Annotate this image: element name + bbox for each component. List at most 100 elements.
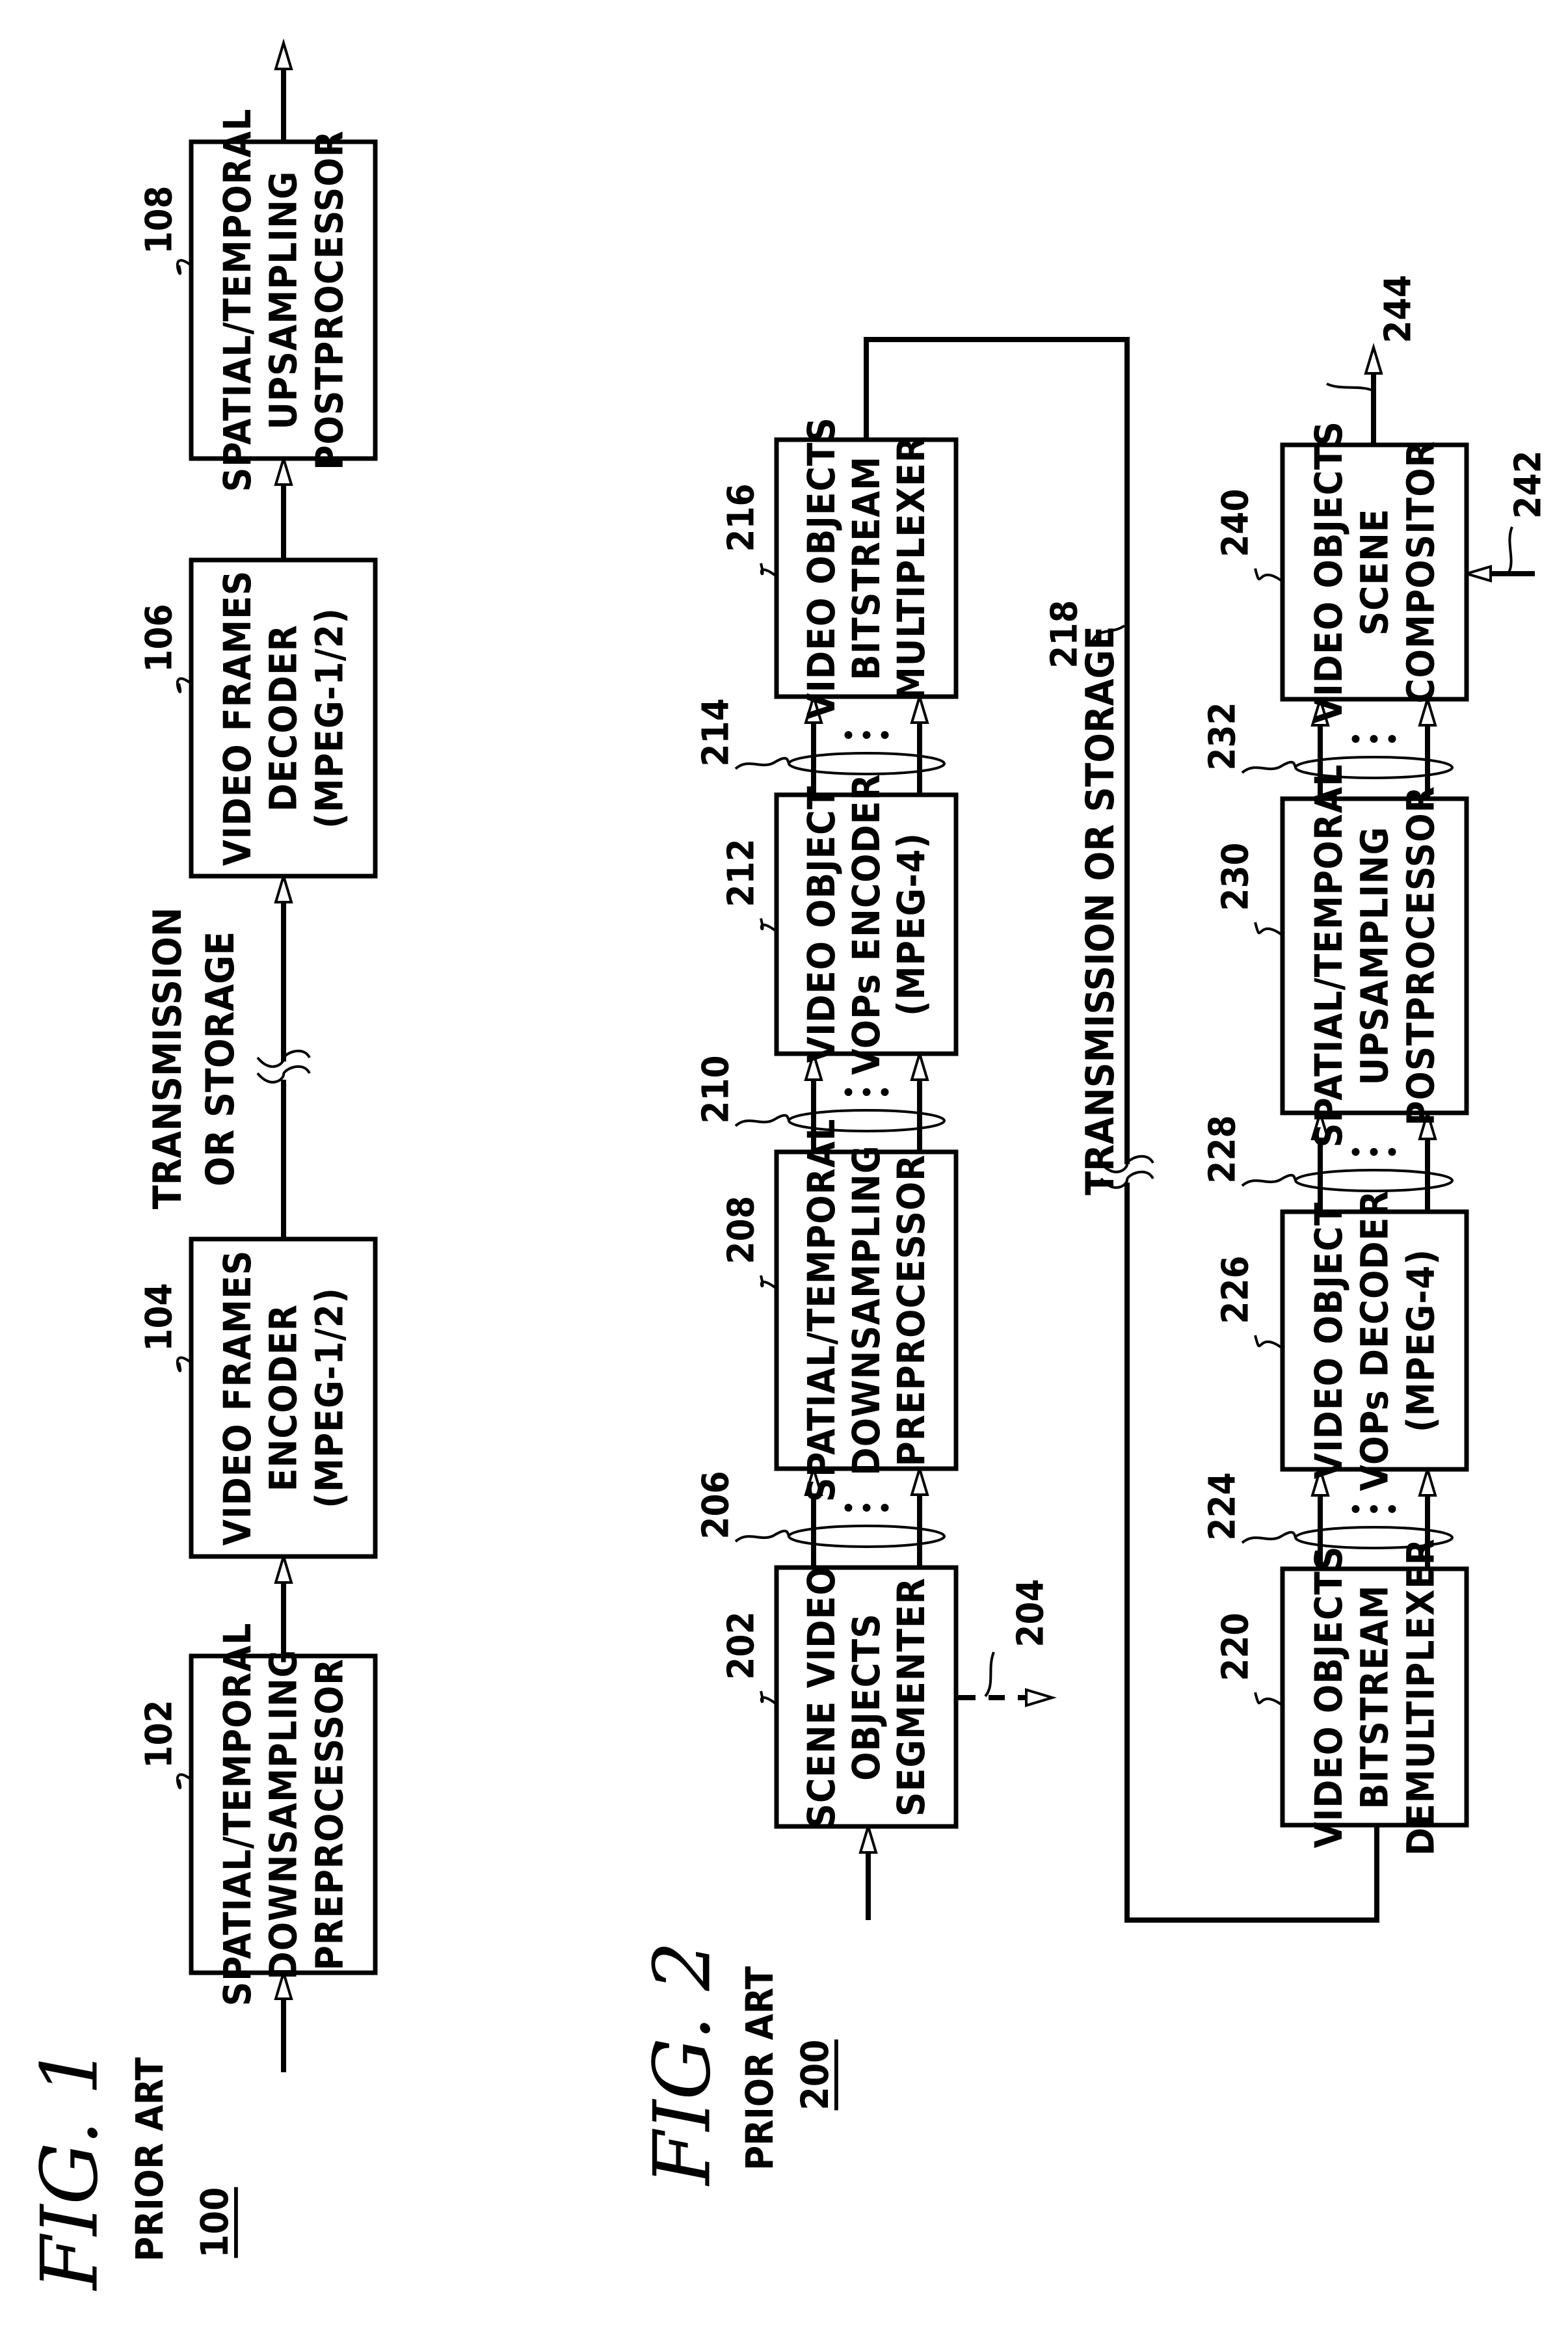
fig2-ref-220: 220 [1215, 1612, 1257, 1681]
fig2-block-216-label-line: MULTIPLEXER [889, 436, 933, 701]
fig2-bus-206-leader [734, 1529, 790, 1543]
fig2-bus-232-leader [1241, 760, 1297, 774]
fig2-ref-230: 230 [1215, 842, 1257, 911]
fig2-segmenter-output-arrowhead-icon [1025, 1688, 1057, 1707]
fig2-ref-218: 218 [1044, 600, 1086, 668]
fig2-block-208-label-line: PREPROCESSOR [889, 1155, 933, 1467]
fig2-ref-244-leader [1326, 382, 1373, 392]
fig2-ref-242-leader [1508, 526, 1513, 573]
fig2-bus-228-ellipsis-dot [1351, 1148, 1360, 1156]
fig1-block-106-label-line: DECODER [261, 624, 306, 812]
fig2-block-202-label-line: SCENE VIDEO [799, 1566, 844, 1828]
fig2-bus-224-leader [1241, 1530, 1297, 1544]
fig2-bus-224-ellipsis-dot [1370, 1505, 1378, 1513]
fig1-block-102-label-line: PREPROCESSOR [307, 1659, 351, 1971]
fig2-ref-220-leader [1254, 1692, 1284, 1707]
fig2-bus-206-ref: 206 [695, 1471, 737, 1539]
fig2-ref-244: 244 [1377, 274, 1420, 343]
fig2-ref-number: 200 [793, 2040, 837, 2111]
fig1-block-106-label-line: VIDEO FRAMES [215, 570, 259, 866]
fig2-block-208-label-line: SPATIAL/TEMPORAL [799, 1119, 844, 1502]
patent-drawing-sheet: SPATIAL/TEMPORAL DOWNSAMPLING PREPROCESSOR… [25, 38, 1550, 2291]
fig2-channel-label: TRANSMISSION OR STORAGE [1078, 626, 1123, 1195]
fig1-channel-label: TRANSMISSION [145, 907, 191, 1209]
fig1-block-106-label-line: (MPEG-1/2) [307, 608, 351, 829]
fig2-bus-210-ellipsis-dot [844, 1088, 853, 1096]
fig1-channel-label: OR STORAGE [198, 931, 243, 1186]
fig2-compositor-input-arrowhead-icon [1461, 565, 1492, 583]
fig2-block-240-label-line: SCENE [1353, 509, 1397, 636]
fig2-output-arrowhead-icon [1364, 343, 1383, 375]
fig2-bus-232-ellipsis-dot [1370, 735, 1378, 743]
fig1-arrowhead-icon [274, 1552, 293, 1584]
fig2-bus-210-arrowhead-icon [910, 1049, 929, 1081]
fig1-ref-106: 106 [139, 604, 181, 672]
fig2-bus-224-ref: 224 [1202, 1472, 1244, 1540]
fig2-bus-210-ellipsis-dot [862, 1088, 871, 1096]
fig2-block-230-label-line: SPATIAL/TEMPORAL [1307, 764, 1351, 1148]
fig1-subtitle: PRIOR ART [127, 2057, 172, 2262]
fig2-ref-230-leader [1254, 922, 1284, 937]
fig2-bus-224-arrowhead-icon [1418, 1465, 1437, 1497]
fig2-ref-212: 212 [721, 838, 763, 907]
fig1-block-104-label-line: VIDEO FRAMES [215, 1250, 259, 1546]
fig2-bus-214-ellipsis-dot [862, 731, 871, 739]
fig2-bus-224-ellipsis-dot [1388, 1505, 1396, 1513]
fig2-bus-210-ref: 210 [695, 1055, 737, 1123]
fig2-block-226-label-line: VIDEO OBJECT [1307, 1202, 1351, 1479]
fig2-ref-204: 204 [1010, 1579, 1052, 1647]
fig1-arrowhead-icon [274, 872, 293, 903]
fig2-block-240-label-line: COMPOSITOR [1398, 440, 1442, 703]
fig1-ref-102: 102 [139, 1700, 181, 1768]
fig2-block-240-label-line: VIDEO OBJECTS [1307, 421, 1351, 723]
fig2-ref-240: 240 [1215, 488, 1257, 557]
fig1-ref-108: 108 [139, 185, 181, 254]
fig2-block-202-label-line: SEGMENTER [889, 1577, 933, 1817]
fig2-ref-212-leader [760, 918, 778, 933]
fig2-block-230-label-line: UPSAMPLING [1353, 827, 1397, 1086]
fig2-bus-214-leader [734, 756, 790, 770]
fig2-block-216-label-line: BITSTREAM [844, 456, 888, 680]
fig2-bus-228-leader [1241, 1173, 1297, 1187]
fig1-block-104-label-line: ENCODER [261, 1304, 306, 1491]
fig1-block-102-label-line: DOWNSAMPLING [261, 1649, 306, 1979]
fig2-ref-202: 202 [721, 1611, 763, 1679]
fig2-bus-214-ellipsis-dot [881, 731, 889, 739]
fig2-ref-216-leader [760, 563, 778, 578]
fig1-block-102-label-line: SPATIAL/TEMPORAL [215, 1623, 259, 2007]
fig2-bus-224-ellipsis-dot [1351, 1505, 1360, 1513]
fig2-bus-214-ellipsis-dot [844, 731, 853, 739]
fig2-bus-228-ellipsis-dot [1388, 1148, 1396, 1156]
fig2-block-220-label-line: BITSTREAM [1353, 1584, 1397, 1809]
fig2-bus-210-leader [734, 1114, 790, 1127]
fig1-title: FIG. 1 [25, 2046, 116, 2291]
fig1-block-108-label-line: UPSAMPLING [261, 171, 306, 430]
fig2-ref-216: 216 [721, 483, 763, 552]
fig2-ref-204-leader [984, 1651, 995, 1698]
fig2-ref-240-leader [1254, 568, 1284, 583]
fig2-bus-210-ellipsis-dot [881, 1088, 889, 1096]
fig2-bus-206-ellipsis-dot [844, 1504, 853, 1512]
fig2-bus-232-ref: 232 [1202, 702, 1244, 770]
fig2-bus-206-ellipsis-dot [862, 1504, 871, 1512]
fig2-ref-226-leader [1254, 1335, 1284, 1350]
fig1-block-108-label-line: POSTPROCESSOR [307, 130, 351, 470]
fig2-bus-206-ellipsis-dot [881, 1504, 889, 1512]
fig2-block-212-label-line: VOPs ENCODER [844, 773, 888, 1075]
fig2-bus-228-ellipsis-dot [1370, 1148, 1378, 1156]
fig2-block-216-label-line: VIDEO OBJECTS [799, 417, 844, 719]
fig2-block-230-label-line: POSTPROCESSOR [1398, 786, 1442, 1126]
fig1-block-108-label-line: SPATIAL/TEMPORAL [215, 109, 259, 492]
fig2-title: FIG. 2 [638, 1942, 728, 2187]
fig2-ref-226: 226 [1215, 1255, 1257, 1324]
fig2-ref-242: 242 [1508, 450, 1550, 518]
fig2-block-220-label-line: VIDEO OBJECTS [1307, 1546, 1351, 1849]
fig2-bus-228-ref: 228 [1202, 1115, 1244, 1183]
fig2-bus-214-ref: 214 [695, 698, 737, 766]
fig1-block-104-label-line: (MPEG-1/2) [307, 1287, 351, 1508]
fig2-bus-232-ellipsis-dot [1351, 735, 1360, 743]
fig1-output-arrowhead-icon [274, 38, 293, 70]
fig1-ref-104: 104 [139, 1283, 181, 1351]
fig2-block-212-label-line: VIDEO OBJECT [799, 786, 844, 1063]
fig2-block-226-label-line: VOPs DECODER [1353, 1190, 1397, 1491]
